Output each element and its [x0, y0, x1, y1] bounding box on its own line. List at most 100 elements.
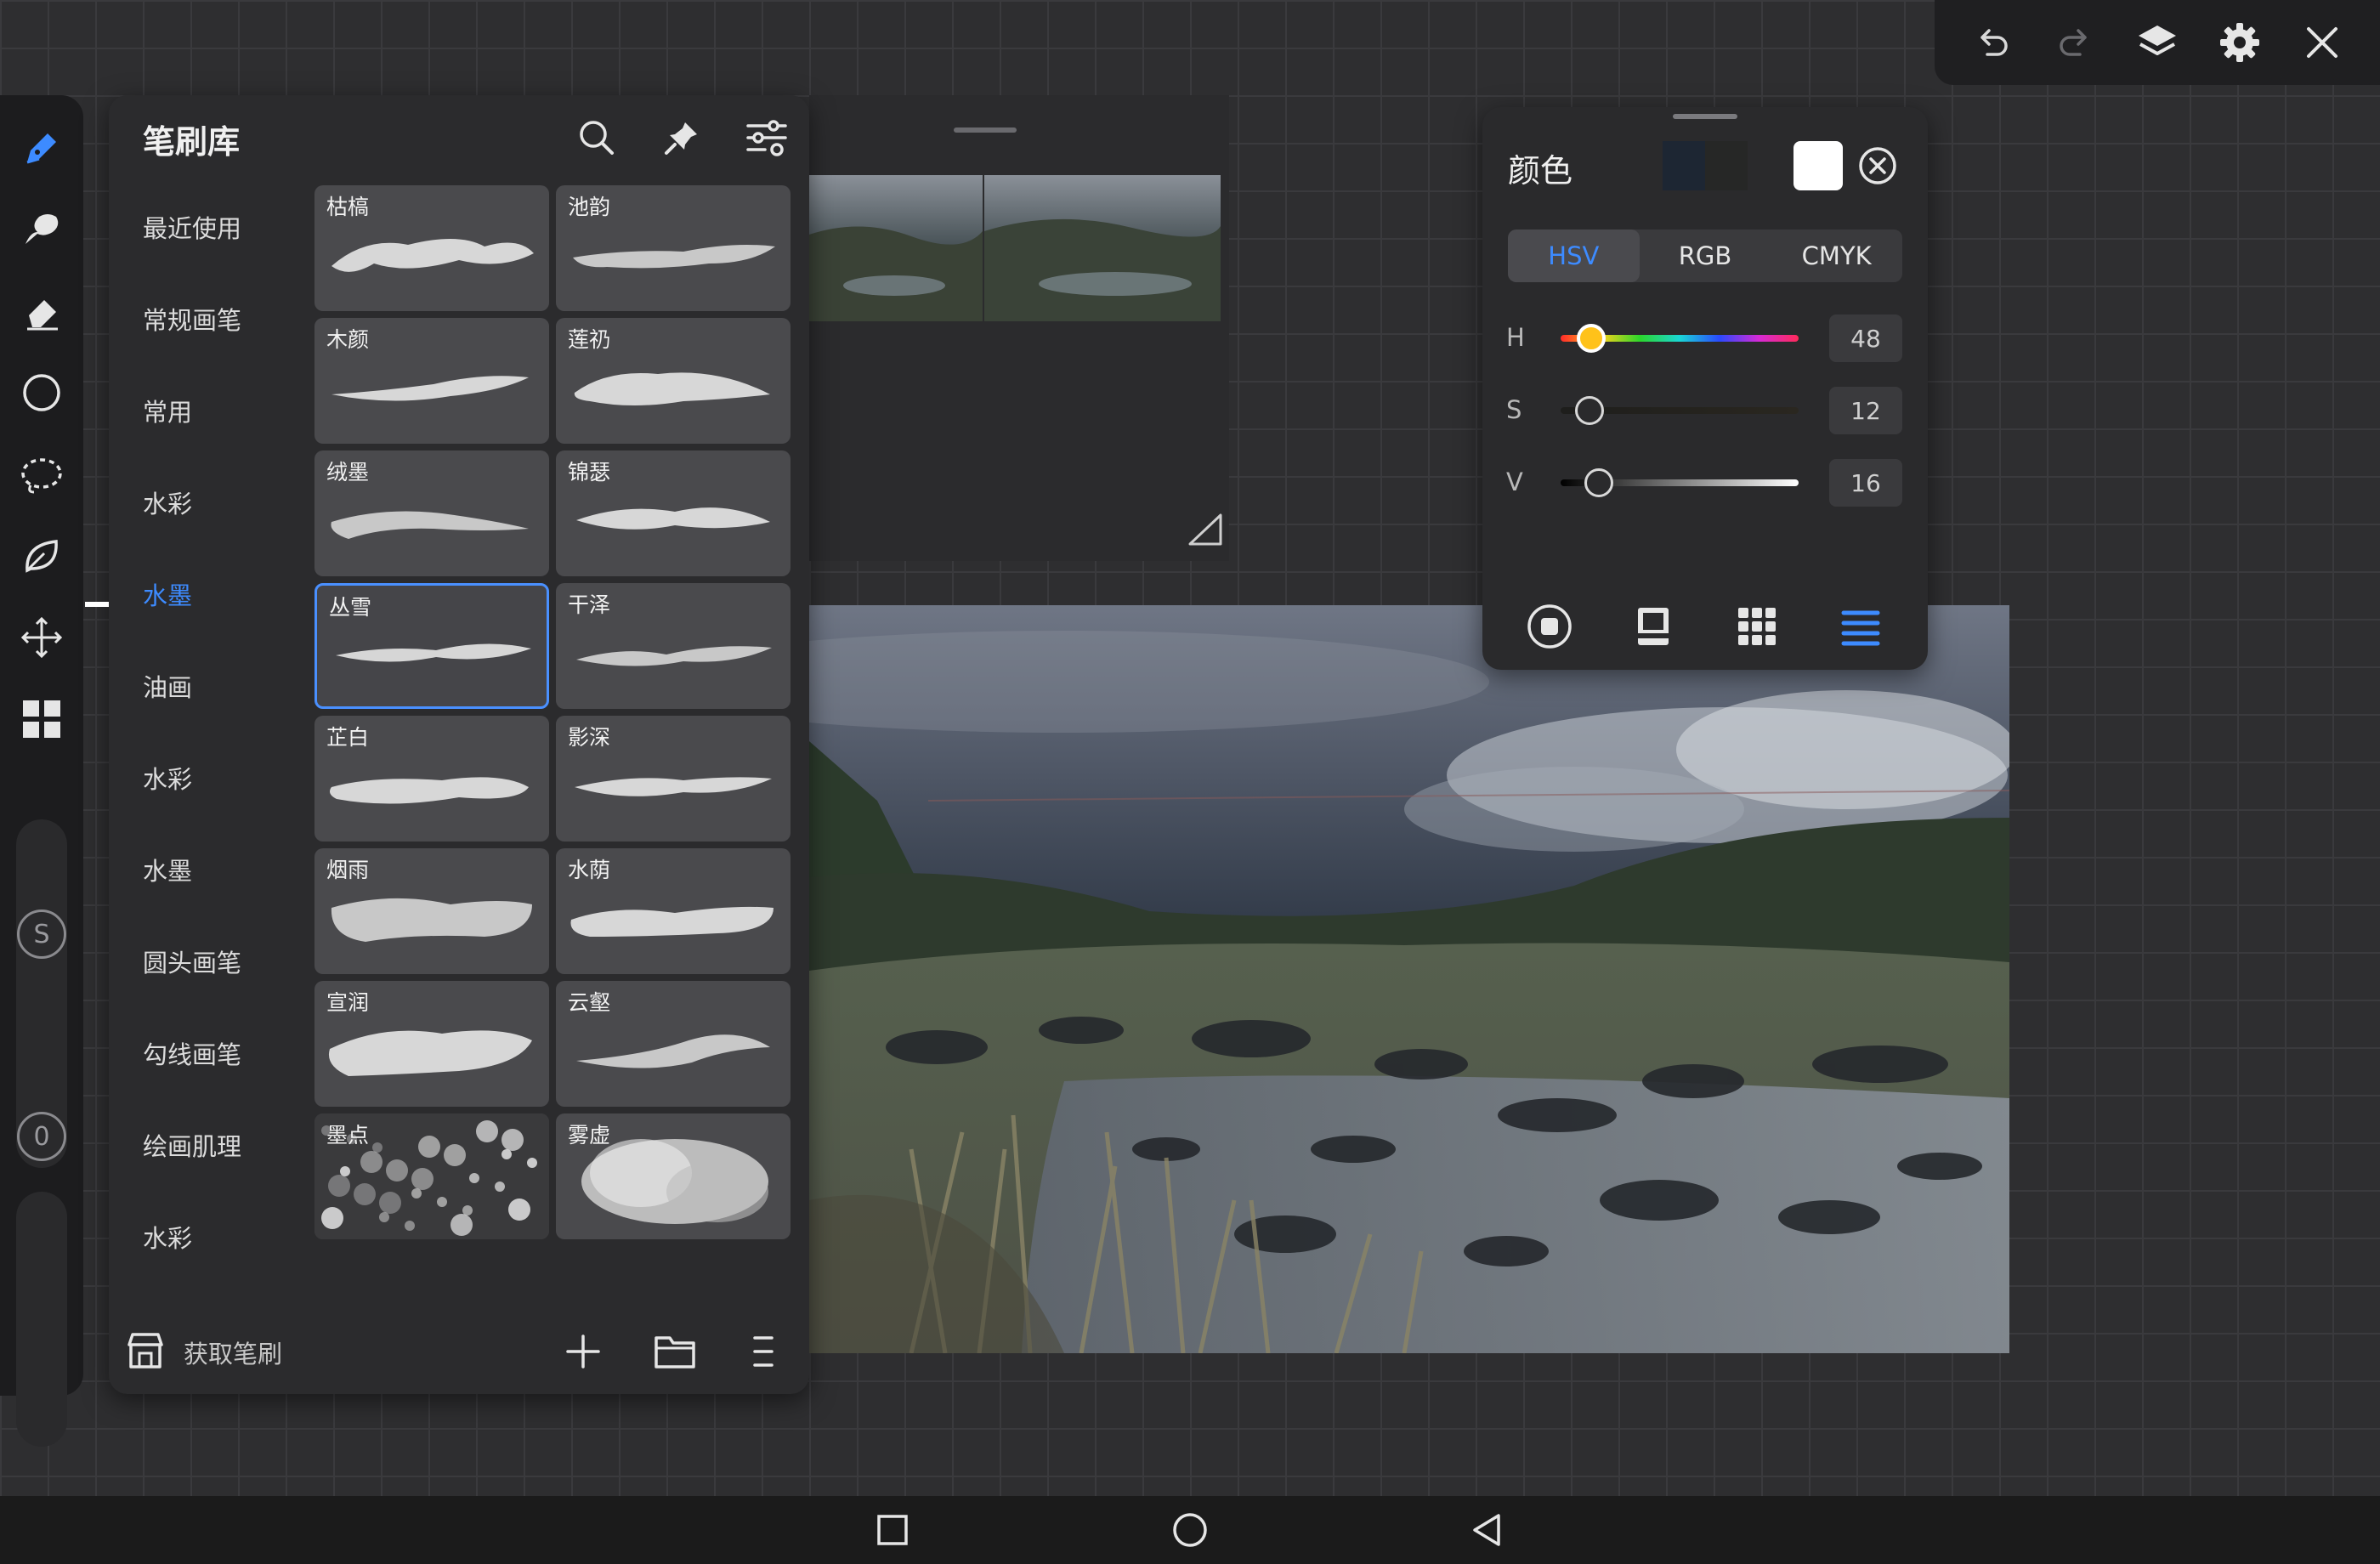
- color-sliders-icon[interactable]: [1831, 597, 1890, 656]
- brush-tile[interactable]: 宣润: [314, 981, 549, 1107]
- slider-label: S: [1506, 395, 1522, 424]
- color-disc-icon[interactable]: [1520, 597, 1579, 656]
- filter-settings-icon[interactable]: [740, 110, 794, 165]
- brush-category-item[interactable]: 绘画肌理: [143, 1127, 241, 1163]
- brush-tile[interactable]: 芷白: [314, 716, 549, 842]
- lasso-select-icon[interactable]: [14, 447, 69, 502]
- close-circle-icon[interactable]: [1856, 144, 1899, 187]
- undo-icon[interactable]: [1965, 15, 2020, 70]
- smudge-icon[interactable]: [14, 202, 69, 257]
- brush-category-item[interactable]: 勾线画笔: [143, 1035, 241, 1071]
- brush-name: 影深: [568, 725, 611, 750]
- brush-name: 莲礽: [568, 327, 611, 352]
- brush-name: 墨点: [326, 1123, 370, 1148]
- brush-category-item[interactable]: 常用: [143, 393, 192, 428]
- brush-tile[interactable]: 干泽: [556, 583, 790, 709]
- get-brushes-link[interactable]: 获取笔刷: [184, 1334, 282, 1370]
- resize-handle-icon[interactable]: [1187, 510, 1226, 549]
- color-mode-tab[interactable]: HSV: [1508, 230, 1640, 282]
- brush-tile[interactable]: 池韵: [556, 185, 790, 311]
- reference-thumbnails[interactable]: [809, 175, 1221, 321]
- slider-value-field[interactable]: 16: [1829, 459, 1902, 507]
- brush-category-item[interactable]: 油画: [143, 668, 192, 704]
- brush-tile[interactable]: 云壑: [556, 981, 790, 1107]
- color-slider-knob[interactable]: [1584, 468, 1613, 497]
- brush-name: 池韵: [568, 195, 611, 219]
- top-toolbar: [1935, 0, 2380, 85]
- store-icon[interactable]: [124, 1329, 167, 1372]
- brush-category-item[interactable]: 水墨: [143, 576, 192, 612]
- brush-opacity-slider[interactable]: [16, 1192, 67, 1447]
- brush-tile[interactable]: 丛雪: [314, 583, 549, 709]
- brush-category-item[interactable]: 水墨: [143, 852, 192, 887]
- folder-icon[interactable]: [653, 1331, 697, 1372]
- back-triangle-icon[interactable]: [1464, 1506, 1511, 1554]
- brush-category-item[interactable]: 水彩: [143, 484, 192, 520]
- brush-name: 干泽: [568, 592, 611, 617]
- list-menu-icon[interactable]: [746, 1331, 780, 1372]
- color-grid-icon[interactable]: [1727, 597, 1787, 656]
- brush-library-title: 笔刷库: [143, 123, 241, 161]
- layers-icon[interactable]: [2130, 15, 2184, 70]
- brush-name: 绒墨: [326, 460, 370, 484]
- shape-circle-icon[interactable]: [14, 366, 69, 420]
- grid-apps-icon[interactable]: [14, 692, 69, 746]
- previous-color-swatch[interactable]: [1663, 141, 1748, 190]
- settings-gear-icon[interactable]: [2213, 15, 2267, 70]
- brush-tile[interactable]: 水荫: [556, 848, 790, 974]
- recent-apps-square-icon[interactable]: [869, 1506, 916, 1554]
- brush-tile[interactable]: 枯槁: [314, 185, 549, 311]
- color-slider-knob[interactable]: [1574, 396, 1604, 425]
- active-category-indicator: [85, 602, 109, 607]
- color-palette-card-icon[interactable]: [1624, 597, 1683, 656]
- color-panel-title: 颜色: [1508, 152, 1573, 190]
- current-color-swatch[interactable]: [1794, 141, 1843, 190]
- brush-tile[interactable]: 烟雨: [314, 848, 549, 974]
- eraser-icon[interactable]: [14, 284, 69, 338]
- slider-value-field[interactable]: 12: [1829, 387, 1902, 434]
- close-icon[interactable]: [2295, 15, 2349, 70]
- search-icon[interactable]: [570, 110, 624, 165]
- brush-name: 水荫: [568, 858, 611, 882]
- brush-category-item[interactable]: 圆头画笔: [143, 944, 241, 979]
- reference-panel: [809, 95, 1229, 561]
- drawing-canvas[interactable]: [809, 605, 2009, 1353]
- leaf-icon[interactable]: [14, 529, 69, 583]
- add-icon[interactable]: [563, 1331, 604, 1372]
- brush-tile[interactable]: 影深: [556, 716, 790, 842]
- slider-label: H: [1506, 323, 1525, 352]
- brush-opacity-badge[interactable]: 0: [17, 1112, 66, 1161]
- color-mode-tab[interactable]: CMYK: [1771, 230, 1902, 282]
- brush-name: 丛雪: [329, 595, 372, 620]
- system-navigation-bar: [0, 1496, 2380, 1564]
- redo-icon[interactable]: [2048, 15, 2102, 70]
- color-panel: 颜色 HSV RGB CMYK H 48 S 12 V 16: [1482, 107, 1928, 670]
- pin-icon[interactable]: [654, 110, 709, 165]
- brush-tile[interactable]: 锦瑟: [556, 450, 790, 576]
- brush-name: 云壑: [568, 990, 611, 1015]
- slider-label: V: [1506, 468, 1523, 496]
- brush-name: 宣润: [326, 990, 370, 1015]
- brush-tile[interactable]: 墨点: [314, 1114, 549, 1239]
- brush-tile[interactable]: 莲礽: [556, 318, 790, 444]
- brush-tile[interactable]: 绒墨: [314, 450, 549, 576]
- home-circle-icon[interactable]: [1166, 1506, 1214, 1554]
- brush-category-item[interactable]: 水彩: [143, 1219, 192, 1255]
- brush-name: 枯槁: [326, 195, 370, 219]
- drag-handle[interactable]: [1673, 114, 1737, 119]
- brush-category-item[interactable]: 最近使用: [143, 209, 241, 245]
- brush-category-item[interactable]: 水彩: [143, 760, 192, 796]
- drag-handle[interactable]: [954, 128, 1017, 133]
- brush-pen-icon[interactable]: [14, 121, 69, 175]
- brush-tile[interactable]: 雾虚: [556, 1114, 790, 1239]
- brush-tile[interactable]: 木颜: [314, 318, 549, 444]
- color-mode-tab[interactable]: RGB: [1640, 230, 1771, 282]
- move-transform-icon[interactable]: [14, 610, 69, 665]
- brush-size-badge[interactable]: S: [17, 910, 66, 959]
- slider-value-field[interactable]: 48: [1829, 314, 1902, 362]
- brush-library-panel: 笔刷库 获取笔刷 最近使用 常规画笔 常用 水彩 水墨 油画 水彩 水墨 圆头画笔 勾线画笔 绘画肌…: [85, 95, 809, 1394]
- brush-name: 芷白: [326, 725, 370, 750]
- color-slider-knob[interactable]: [1577, 324, 1606, 353]
- brush-name: 雾虚: [568, 1123, 611, 1148]
- brush-category-item[interactable]: 常规画笔: [143, 301, 241, 337]
